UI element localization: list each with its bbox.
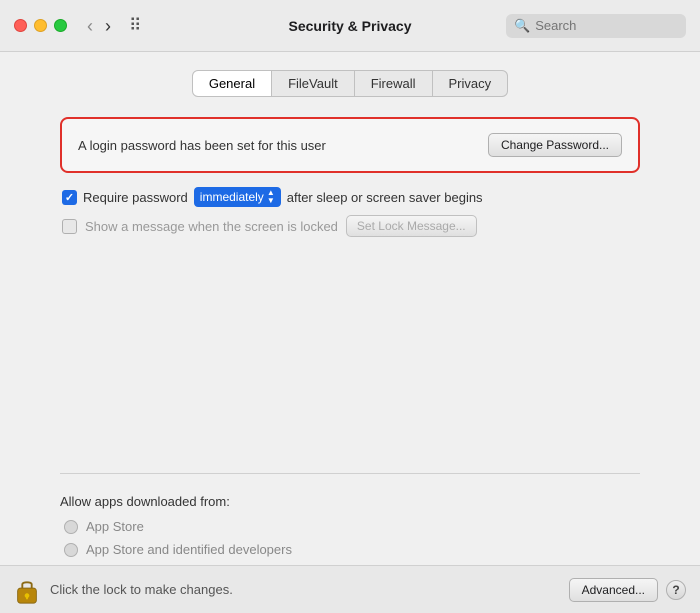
set-lock-message-button[interactable]: Set Lock Message... (346, 215, 477, 237)
app-store-identified-radio-row[interactable]: App Store and identified developers (60, 542, 640, 557)
bottombar: Click the lock to make changes. Advanced… (0, 565, 700, 613)
app-store-identified-label: App Store and identified developers (86, 542, 292, 557)
password-section: A login password has been set for this u… (60, 117, 640, 173)
require-password-row: Require password immediately ▲ ▼ after s… (60, 187, 640, 207)
tab-filevault[interactable]: FileVault (272, 70, 355, 97)
after-sleep-text: after sleep or screen saver begins (287, 190, 483, 205)
traffic-lights (14, 19, 67, 32)
app-store-radio[interactable] (64, 520, 78, 534)
app-store-identified-radio[interactable] (64, 543, 78, 557)
advanced-button[interactable]: Advanced... (569, 578, 658, 602)
close-button[interactable] (14, 19, 27, 32)
allow-apps-section: Allow apps downloaded from: App Store Ap… (60, 473, 640, 565)
back-button[interactable]: ‹ (83, 15, 97, 37)
grid-icon[interactable]: ⠿ (129, 16, 141, 36)
dropdown-value: immediately (200, 190, 264, 204)
app-store-label: App Store (86, 519, 144, 534)
titlebar: ‹ › ⠿ Security & Privacy 🔍 (0, 0, 700, 52)
search-box[interactable]: 🔍 (506, 14, 686, 38)
tab-bar: General FileVault Firewall Privacy (192, 70, 508, 97)
lock-label: Click the lock to make changes. (50, 582, 569, 597)
show-message-label: Show a message when the screen is locked (85, 219, 338, 234)
tab-privacy[interactable]: Privacy (433, 70, 509, 97)
window-title: Security & Privacy (289, 18, 412, 34)
nav-buttons: ‹ › (83, 15, 115, 37)
help-button[interactable]: ? (666, 580, 686, 600)
immediately-dropdown[interactable]: immediately ▲ ▼ (194, 187, 281, 207)
show-message-row: Show a message when the screen is locked… (60, 215, 640, 237)
tab-general[interactable]: General (192, 70, 272, 97)
tab-firewall[interactable]: Firewall (355, 70, 433, 97)
require-password-label: Require password (83, 190, 188, 205)
app-store-radio-row[interactable]: App Store (60, 519, 640, 534)
minimize-button[interactable] (34, 19, 47, 32)
allow-apps-title: Allow apps downloaded from: (60, 494, 640, 509)
search-input[interactable] (535, 18, 678, 33)
main-content: General FileVault Firewall Privacy A log… (0, 52, 700, 565)
maximize-button[interactable] (54, 19, 67, 32)
forward-button[interactable]: › (101, 15, 115, 37)
show-message-checkbox[interactable] (62, 219, 77, 234)
require-password-checkbox[interactable] (62, 190, 77, 205)
password-info-text: A login password has been set for this u… (78, 138, 326, 153)
stepper-arrows-icon: ▲ ▼ (267, 189, 275, 205)
search-icon: 🔍 (514, 18, 530, 34)
change-password-button[interactable]: Change Password... (488, 133, 622, 157)
lock-icon (14, 575, 40, 605)
